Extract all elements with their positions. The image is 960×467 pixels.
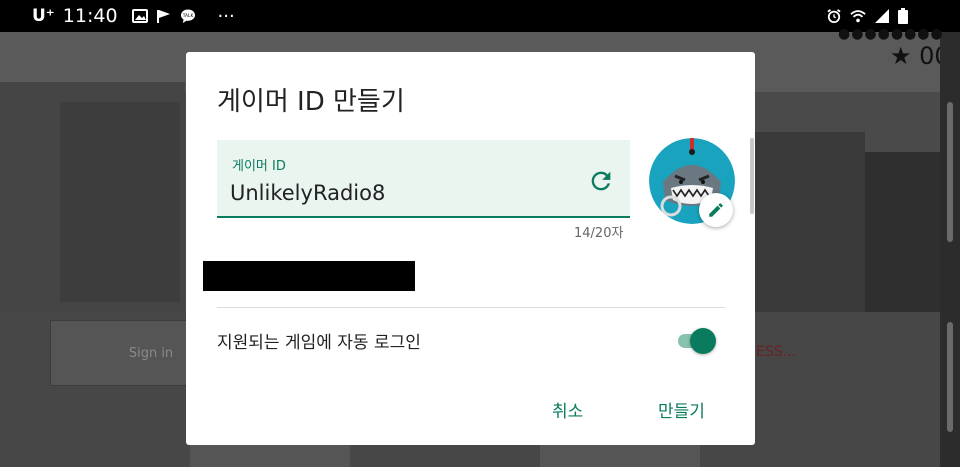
toggle-knob [690, 328, 716, 354]
page-scrollbar[interactable] [940, 32, 960, 467]
carrier-label: U⁺ [32, 6, 55, 26]
create-button[interactable]: 만들기 [658, 397, 705, 422]
auto-signin-label: 지원되는 게임에 자동 로그인 [217, 333, 421, 353]
svg-text:TALK: TALK [181, 13, 193, 19]
more-notifications-icon: ··· [217, 5, 235, 27]
gamer-id-input[interactable] [230, 178, 560, 208]
signal-icon [875, 9, 889, 23]
clock: 11:40 [62, 5, 118, 27]
battery-icon [898, 8, 908, 24]
divider [217, 307, 725, 308]
character-counter: 14/20자 [574, 226, 624, 241]
pencil-icon [709, 203, 723, 217]
flag-icon [156, 10, 170, 23]
create-gamer-id-dialog: 게이머 ID 만들기 게이머 ID 14/20자 지원되는 게임에 자동 로그인 [186, 52, 755, 445]
game-progress-dots: ●●●●●●●● [838, 26, 944, 42]
alarm-icon [827, 9, 841, 23]
gamer-id-field[interactable]: 게이머 ID [217, 140, 630, 218]
image-icon [131, 9, 148, 23]
scrollbar-thumb-lower[interactable] [947, 322, 953, 432]
dialog-scrollbar[interactable] [750, 138, 754, 214]
auto-signin-toggle[interactable] [678, 326, 720, 356]
edit-avatar-button[interactable] [699, 193, 733, 227]
redacted-block [203, 261, 415, 291]
wifi-icon [850, 10, 866, 23]
refresh-icon[interactable] [587, 167, 615, 195]
gamer-id-label: 게이머 ID [232, 159, 286, 174]
cancel-button[interactable]: 취소 [552, 397, 583, 422]
status-bar: U⁺ 11:40 TALK ··· [0, 0, 960, 32]
press-prompt: ESS... [756, 344, 796, 360]
dialog-title: 게이머 ID 만들기 [217, 87, 405, 117]
scrollbar-thumb[interactable] [947, 102, 953, 242]
talk-icon: TALK [180, 9, 195, 23]
game-signin-label: Sign in [128, 345, 174, 361]
